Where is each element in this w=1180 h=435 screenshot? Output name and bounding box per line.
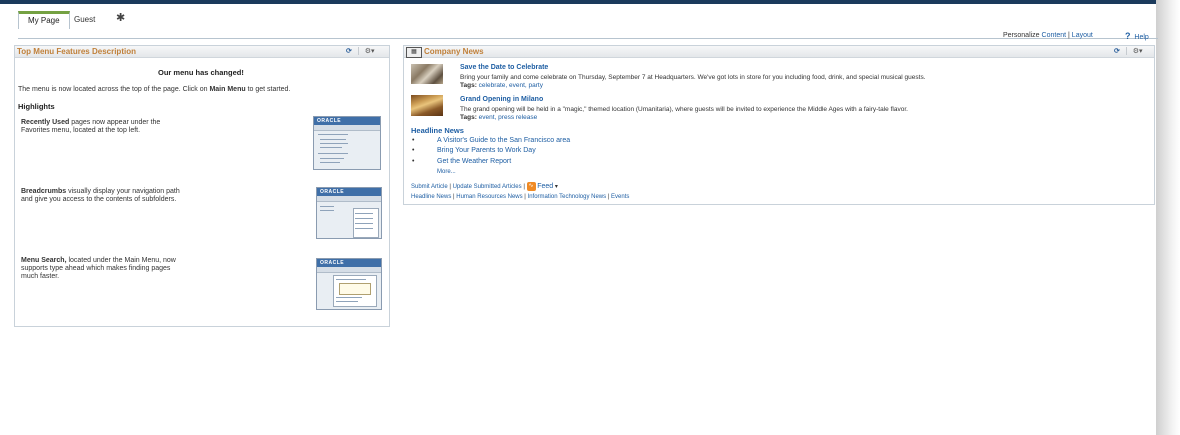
- pagelet-menu-features: Top Menu Features Description ⟳ ⚙▾ Our m…: [14, 45, 390, 327]
- feature-menu-search: Menu Search, located under the Main Menu…: [21, 257, 176, 281]
- intro-text-end: to get started.: [245, 86, 291, 93]
- headline-news-heading: Headline News: [411, 126, 464, 135]
- oracle-logo: ORACLE: [317, 118, 342, 124]
- news-item-title[interactable]: Save the Date to Celebrate: [460, 64, 548, 71]
- category-link[interactable]: Human Resources News: [456, 194, 522, 200]
- tags-links[interactable]: celebrate, event, party: [479, 82, 543, 89]
- feature-breadcrumbs: Breadcrumbs visually display your naviga…: [21, 188, 180, 204]
- personalize-label: Personalize: [1003, 32, 1040, 39]
- oracle-logo: ORACLE: [320, 260, 345, 266]
- bullet: •: [412, 147, 415, 154]
- link-separator: |: [1068, 32, 1070, 39]
- category-link[interactable]: Information Technology News: [528, 194, 607, 200]
- breadcrumbs-screenshot: ORACLE: [316, 187, 382, 239]
- feature-text: and give you access to the contents of s…: [21, 196, 177, 203]
- feature-text: much faster.: [21, 273, 60, 280]
- headline-link[interactable]: A Visitor's Guide to the San Francisco a…: [437, 137, 570, 144]
- tags-links[interactable]: event, press release: [479, 114, 538, 121]
- highlights-heading: Highlights: [18, 102, 55, 111]
- pagelet-controls: ⟳ ⚙▾: [346, 47, 375, 56]
- intro-text: The menu is now located across the top o…: [18, 86, 210, 93]
- help-link[interactable]: ? Help: [1125, 31, 1149, 41]
- options-gear-icon[interactable]: ⚙▾: [365, 47, 375, 56]
- menu-search-screenshot: ORACLE: [316, 258, 382, 310]
- feature-recently-used: Recently Used pages now appear under the…: [21, 119, 160, 135]
- recently-used-screenshot: ORACLE: [313, 116, 381, 170]
- news-icon: ▦: [406, 47, 422, 58]
- more-link[interactable]: More...: [437, 169, 456, 175]
- feature-text: located under the Main Menu, now: [66, 257, 176, 264]
- personalize-layout-link[interactable]: Layout: [1072, 32, 1093, 39]
- bullet: •: [412, 158, 415, 165]
- headline-link[interactable]: Get the Weather Report: [437, 158, 511, 165]
- gear-icon[interactable]: ✱: [116, 12, 125, 24]
- category-link[interactable]: Events: [611, 194, 629, 200]
- news-footer-actions: Submit Article | Update Submitted Articl…: [411, 182, 558, 191]
- tab-my-page[interactable]: My Page: [18, 11, 70, 29]
- tab-underline: [18, 38, 1158, 39]
- pagelet-header: ▦ Company News ⟳ ⚙▾: [404, 46, 1154, 58]
- link-separator: |: [449, 184, 451, 191]
- menu-changed-heading: Our menu has changed!: [158, 68, 244, 77]
- pagelet-title: Company News: [424, 47, 484, 56]
- personalize-links: Personalize Content | Layout: [1003, 32, 1093, 39]
- tab-my-page-label: My Page: [28, 16, 60, 25]
- link-separator: |: [607, 194, 610, 200]
- tab-guest[interactable]: Guest: [74, 14, 95, 26]
- personalize-content-link[interactable]: Content: [1042, 32, 1067, 39]
- bullet: •: [412, 137, 415, 144]
- news-item-body: Bring your family and come celebrate on …: [460, 74, 926, 81]
- feature-title: Recently Used: [21, 119, 70, 126]
- refresh-icon[interactable]: ⟳: [1114, 47, 1120, 56]
- feature-text: pages now appear under the: [69, 119, 161, 126]
- menu-intro: The menu is now located across the top o…: [18, 86, 290, 93]
- tags-label: Tags:: [460, 82, 477, 89]
- window-edge: [1156, 0, 1180, 435]
- oracle-logo: ORACLE: [320, 189, 345, 195]
- news-item-title[interactable]: Grand Opening in Milano: [460, 96, 543, 103]
- news-item-tags: Tags: celebrate, event, party: [460, 82, 543, 89]
- tags-label: Tags:: [460, 114, 477, 121]
- headline-link[interactable]: Bring Your Parents to Work Day: [437, 147, 536, 154]
- link-separator: |: [523, 184, 525, 191]
- pagelet-company-news: ▦ Company News ⟳ ⚙▾ Save the Date to Cel…: [403, 45, 1155, 205]
- submit-article-link[interactable]: Submit Article: [411, 184, 448, 190]
- rss-icon[interactable]: ∿: [526, 182, 536, 191]
- pagelet-controls: ⟳ ⚙▾: [1114, 47, 1143, 56]
- category-link[interactable]: Headline News: [411, 194, 451, 200]
- news-item-body: The grand opening will be held in a "mag…: [460, 106, 908, 113]
- feature-title: Menu Search,: [21, 257, 67, 264]
- link-separator: |: [453, 194, 455, 200]
- pagelet-header: Top Menu Features Description ⟳ ⚙▾: [15, 46, 389, 58]
- feed-link[interactable]: Feed: [537, 183, 553, 190]
- news-item-tags: Tags: event, press release: [460, 114, 537, 121]
- top-banner: [0, 0, 1158, 4]
- feature-text: Favorites menu, located at the top left.: [21, 127, 141, 134]
- feature-text: supports type ahead which makes finding …: [21, 265, 171, 272]
- tab-guest-label: Guest: [74, 15, 96, 24]
- main-menu-bold: Main Menu: [209, 86, 246, 93]
- options-gear-icon[interactable]: ⚙▾: [1133, 47, 1143, 56]
- update-articles-link[interactable]: Update Submitted Articles: [453, 184, 522, 190]
- refresh-icon[interactable]: ⟳: [346, 47, 352, 56]
- chevron-down-icon[interactable]: ▾: [555, 184, 558, 190]
- help-icon: ?: [1125, 31, 1131, 41]
- tab-bar: My Page Guest ✱: [18, 11, 1158, 39]
- feature-title: Breadcrumbs: [21, 188, 67, 195]
- celebration-photo: [411, 64, 443, 84]
- milano-photo: [411, 95, 443, 116]
- pagelet-title: Top Menu Features Description: [17, 47, 136, 56]
- link-separator: |: [524, 194, 526, 200]
- feature-text: visually display your navigation path: [66, 188, 180, 195]
- help-label: Help: [1134, 34, 1149, 41]
- news-category-links: Headline News | Human Resources News | I…: [411, 194, 629, 200]
